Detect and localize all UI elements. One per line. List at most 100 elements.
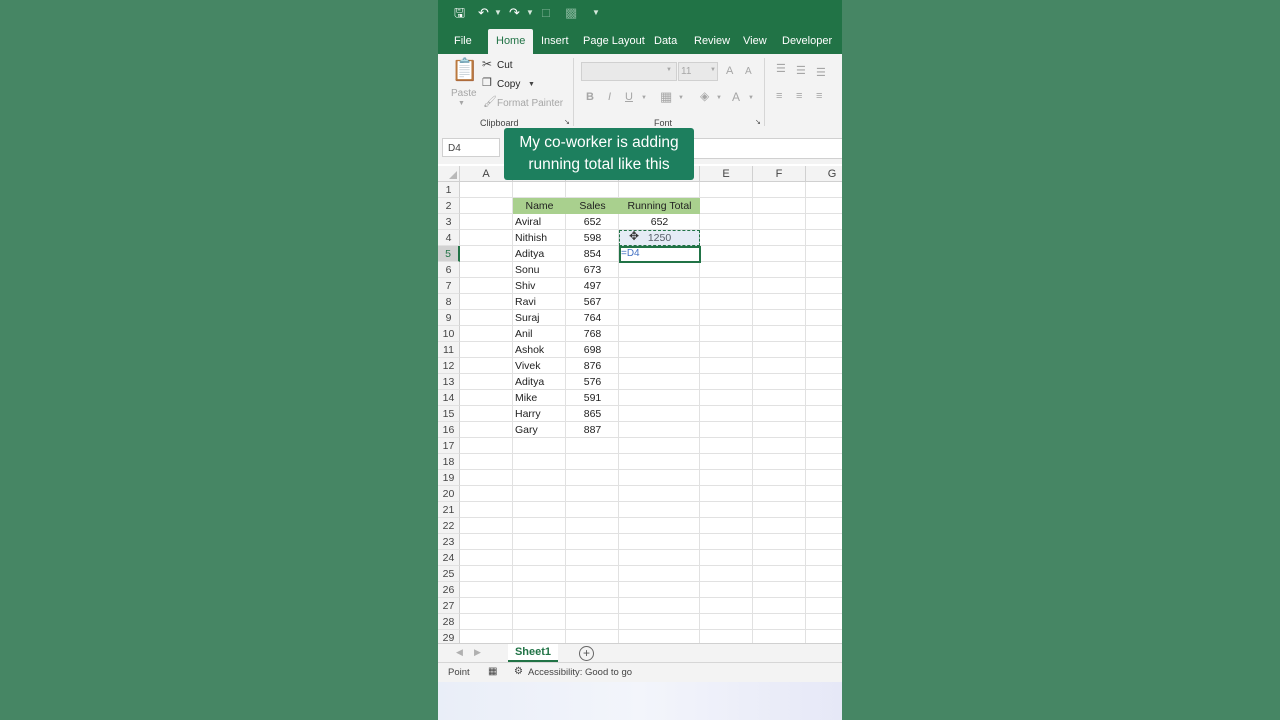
row-header-12[interactable]: 12 xyxy=(438,358,460,374)
add-sheet-icon[interactable]: + xyxy=(579,646,594,661)
align-center-icon[interactable]: ≡ xyxy=(796,91,802,102)
cell-name[interactable]: Gary xyxy=(515,422,538,438)
column-header-f[interactable]: F xyxy=(753,166,806,182)
cell-sales[interactable]: 598 xyxy=(566,230,619,246)
row-header-22[interactable]: 22 xyxy=(438,518,460,534)
underline-dropdown-icon[interactable]: ▼ xyxy=(641,95,647,101)
align-top-icon[interactable]: ☰ xyxy=(776,64,786,75)
accessibility-status[interactable]: Accessibility: Good to go xyxy=(528,667,632,678)
row-header-11[interactable]: 11 xyxy=(438,342,460,358)
row-header-4[interactable]: 4 xyxy=(438,230,460,246)
row-header-3[interactable]: 3 xyxy=(438,214,460,230)
copy-dropdown-icon[interactable]: ▼ xyxy=(528,81,535,88)
tab-file[interactable]: File xyxy=(454,34,472,50)
underline-button[interactable]: U xyxy=(625,91,633,103)
font-launcher-icon[interactable]: ↘ xyxy=(755,119,761,126)
font-color-dropdown-icon[interactable]: ▼ xyxy=(748,95,754,101)
cell-name[interactable]: Suraj xyxy=(515,310,540,326)
sheet-tab-sheet1[interactable]: Sheet1 xyxy=(508,644,558,662)
copy-button[interactable]: Copy xyxy=(497,79,520,90)
row-header-18[interactable]: 18 xyxy=(438,454,460,470)
row-header-2[interactable]: 2 xyxy=(438,198,460,214)
column-header-e[interactable]: E xyxy=(700,166,753,182)
row-header-16[interactable]: 16 xyxy=(438,422,460,438)
bold-button[interactable]: B xyxy=(586,91,594,103)
cell-sales[interactable]: 764 xyxy=(566,310,619,326)
row-header-15[interactable]: 15 xyxy=(438,406,460,422)
cell-sales[interactable]: 865 xyxy=(566,406,619,422)
row-header-21[interactable]: 21 xyxy=(438,502,460,518)
redo-icon[interactable]: ↷ xyxy=(509,5,520,21)
column-header-g[interactable]: G xyxy=(806,166,842,182)
row-header-14[interactable]: 14 xyxy=(438,390,460,406)
row-header-28[interactable]: 28 xyxy=(438,614,460,630)
cell-name[interactable]: Sonu xyxy=(515,262,540,278)
name-box[interactable]: D4 xyxy=(442,138,500,157)
accessibility-icon[interactable]: ⚙ xyxy=(514,666,523,677)
sheet-next-icon[interactable]: ▶ xyxy=(474,647,481,658)
tab-data[interactable]: Data xyxy=(654,34,677,50)
row-header-13[interactable]: 13 xyxy=(438,374,460,390)
cell-name[interactable]: Aditya xyxy=(515,246,544,262)
font-name-dropdown-icon[interactable]: ▼ xyxy=(666,67,672,73)
format-painter-button[interactable]: Format Painter xyxy=(497,98,563,109)
cell-sales[interactable]: 876 xyxy=(566,358,619,374)
cell-sales[interactable]: 854 xyxy=(566,246,619,262)
align-left-icon[interactable]: ≡ xyxy=(776,91,782,102)
cell-sales[interactable]: 591 xyxy=(566,390,619,406)
undo-icon[interactable]: ↶ xyxy=(478,5,489,21)
cell-name[interactable]: Harry xyxy=(515,406,541,422)
header-sales[interactable]: Sales xyxy=(566,198,619,214)
cell-sales[interactable]: 698 xyxy=(566,342,619,358)
cell-sales[interactable]: 887 xyxy=(566,422,619,438)
paste-dropdown-icon[interactable]: ▼ xyxy=(458,100,465,107)
header-name[interactable]: Name xyxy=(513,198,566,214)
align-middle-icon[interactable]: ☰ xyxy=(796,66,806,77)
row-header-27[interactable]: 27 xyxy=(438,598,460,614)
font-size-dropdown-icon[interactable]: ▼ xyxy=(710,67,716,73)
cell-name[interactable]: Ashok xyxy=(515,342,544,358)
cell-sales[interactable]: 673 xyxy=(566,262,619,278)
font-name-select[interactable] xyxy=(581,62,677,81)
align-bottom-icon[interactable]: ☰ xyxy=(816,68,826,79)
row-header-29[interactable]: 29 xyxy=(438,630,460,643)
tab-view[interactable]: View xyxy=(743,34,767,50)
cell-name[interactable]: Aditya xyxy=(515,374,544,390)
cell-name[interactable]: Ravi xyxy=(515,294,536,310)
formula-input[interactable] xyxy=(690,138,842,159)
borders-dropdown-icon[interactable]: ▼ xyxy=(678,95,684,101)
fill-color-icon[interactable]: ◈ xyxy=(700,90,709,102)
cell-name[interactable]: Aviral xyxy=(515,214,541,230)
row-header-23[interactable]: 23 xyxy=(438,534,460,550)
header-running-total[interactable]: Running Total xyxy=(619,198,700,214)
paste-icon[interactable]: 📋 xyxy=(451,59,478,81)
print-preview-icon[interactable]: □ xyxy=(542,5,550,21)
tab-developer[interactable]: Developer xyxy=(782,34,832,50)
save-icon[interactable]: 🖫 xyxy=(454,5,465,21)
increase-font-size-button[interactable]: A xyxy=(726,65,733,77)
row-header-17[interactable]: 17 xyxy=(438,438,460,454)
italic-button[interactable]: I xyxy=(608,91,611,103)
cell-name[interactable]: Nithish xyxy=(515,230,547,246)
active-cell-d5[interactable] xyxy=(619,246,701,263)
select-all-button[interactable] xyxy=(438,166,460,182)
cut-button[interactable]: Cut xyxy=(497,60,513,71)
tab-review[interactable]: Review xyxy=(694,34,730,50)
redo-dropdown-icon[interactable]: ▼ xyxy=(526,5,534,21)
tab-home[interactable]: Home xyxy=(488,29,534,54)
macro-record-icon[interactable]: ▦ xyxy=(488,666,497,677)
row-header-10[interactable]: 10 xyxy=(438,326,460,342)
row-header-8[interactable]: 8 xyxy=(438,294,460,310)
decrease-font-size-button[interactable]: A xyxy=(745,66,752,77)
cell-name[interactable]: Mike xyxy=(515,390,537,406)
customize-qat-icon[interactable]: ▼ xyxy=(592,5,600,21)
row-header-9[interactable]: 9 xyxy=(438,310,460,326)
cell-sales[interactable]: 768 xyxy=(566,326,619,342)
cell-sales[interactable]: 567 xyxy=(566,294,619,310)
tab-insert[interactable]: Insert xyxy=(541,34,569,50)
borders-icon[interactable]: ▦ xyxy=(660,90,672,103)
cell-name[interactable]: Vivek xyxy=(515,358,541,374)
tab-page-layout[interactable]: Page Layout xyxy=(583,34,645,50)
align-right-icon[interactable]: ≡ xyxy=(816,91,822,102)
font-color-button[interactable]: A xyxy=(732,90,740,104)
